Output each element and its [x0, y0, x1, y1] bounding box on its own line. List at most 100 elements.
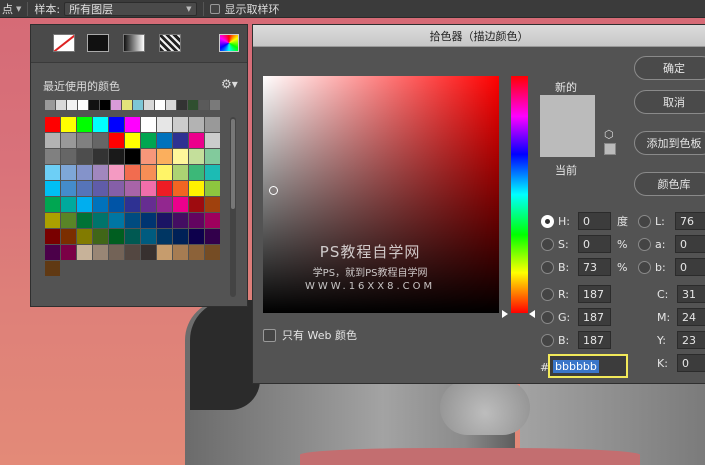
swatch[interactable]: [77, 133, 92, 148]
swatch[interactable]: [45, 213, 60, 228]
swatch[interactable]: [157, 133, 172, 148]
swatch[interactable]: [205, 149, 220, 164]
recent-swatch[interactable]: [177, 100, 187, 110]
color-libraries-button[interactable]: 颜色库: [634, 172, 705, 196]
swatch[interactable]: [157, 117, 172, 132]
swatch[interactable]: [93, 181, 108, 196]
swatch[interactable]: [205, 245, 220, 260]
swatch[interactable]: [157, 245, 172, 260]
swatch[interactable]: [77, 245, 92, 260]
swatch[interactable]: [189, 133, 204, 148]
recent-swatch[interactable]: [210, 100, 220, 110]
hex-input[interactable]: bbbbbb: [548, 354, 628, 378]
swatch[interactable]: [61, 181, 76, 196]
radio-a[interactable]: [638, 237, 651, 251]
input-h[interactable]: 0: [578, 212, 611, 230]
swatch[interactable]: [157, 197, 172, 212]
swatch[interactable]: [45, 181, 60, 196]
swatch[interactable]: [141, 197, 156, 212]
show-ring-checkbox[interactable]: [209, 3, 220, 14]
swatch[interactable]: [141, 133, 156, 148]
swatch[interactable]: [173, 149, 188, 164]
swatch[interactable]: [61, 245, 76, 260]
recent-swatch[interactable]: [199, 100, 209, 110]
radio-blue[interactable]: [541, 333, 554, 347]
color-field[interactable]: PS教程自学网 学PS，就到PS教程自学网 WWW.16XX8.COM: [263, 76, 499, 313]
radio-g[interactable]: [541, 310, 554, 324]
swatch[interactable]: [173, 181, 188, 196]
recent-swatch[interactable]: [133, 100, 143, 110]
input-a[interactable]: 0: [675, 235, 705, 253]
web-colors-checkbox[interactable]: [263, 328, 276, 342]
hue-slider-handle-right[interactable]: [529, 310, 535, 318]
swatch[interactable]: [205, 229, 220, 244]
swatch[interactable]: [125, 245, 140, 260]
swatch[interactable]: [61, 117, 76, 132]
radio-s[interactable]: [541, 237, 554, 251]
swatch[interactable]: [109, 133, 124, 148]
swatch[interactable]: [61, 133, 76, 148]
swatch[interactable]: [109, 213, 124, 228]
swatch[interactable]: [93, 149, 108, 164]
swatch[interactable]: [189, 149, 204, 164]
swatch[interactable]: [125, 181, 140, 196]
swatch[interactable]: [157, 213, 172, 228]
swatch[interactable]: [61, 197, 76, 212]
swatch[interactable]: [141, 245, 156, 260]
input-b[interactable]: 73: [578, 258, 611, 276]
swatch[interactable]: [189, 245, 204, 260]
input-l[interactable]: 76: [675, 212, 705, 230]
recent-swatch[interactable]: [122, 100, 132, 110]
cube-icon[interactable]: ⬡: [604, 128, 614, 141]
recent-swatch[interactable]: [100, 100, 110, 110]
input-c[interactable]: 31: [677, 285, 705, 303]
swatch[interactable]: [125, 213, 140, 228]
swatch[interactable]: [61, 165, 76, 180]
color-field-cursor[interactable]: [269, 186, 278, 195]
swatch[interactable]: [77, 197, 92, 212]
recent-swatch[interactable]: [45, 100, 55, 110]
gradient-fill-button[interactable]: [123, 34, 145, 52]
swatch[interactable]: [45, 197, 60, 212]
swatch[interactable]: [125, 229, 140, 244]
swatch[interactable]: [205, 213, 220, 228]
swatch[interactable]: [93, 197, 108, 212]
color-compare-swatch[interactable]: [540, 95, 595, 157]
swatch[interactable]: [205, 133, 220, 148]
swatch[interactable]: [125, 117, 140, 132]
hue-slider-handle-left[interactable]: [502, 310, 508, 318]
swatch[interactable]: [61, 213, 76, 228]
ok-button[interactable]: 确定: [634, 56, 705, 80]
color-picker-button[interactable]: [219, 34, 239, 52]
chevron-down-icon[interactable]: ▼: [16, 5, 21, 13]
swatch[interactable]: [125, 197, 140, 212]
swatch[interactable]: [77, 213, 92, 228]
swatch[interactable]: [93, 213, 108, 228]
input-y[interactable]: 23: [677, 331, 705, 349]
swatch[interactable]: [109, 197, 124, 212]
swatch[interactable]: [125, 133, 140, 148]
swatch[interactable]: [45, 149, 60, 164]
input-r[interactable]: 187: [578, 285, 611, 303]
swatch[interactable]: [45, 229, 60, 244]
swatch[interactable]: [205, 181, 220, 196]
swatch[interactable]: [125, 165, 140, 180]
recent-swatch[interactable]: [111, 100, 121, 110]
swatch[interactable]: [109, 229, 124, 244]
input-m[interactable]: 24: [677, 308, 705, 326]
swatch[interactable]: [77, 149, 92, 164]
recent-swatch[interactable]: [89, 100, 99, 110]
swatch[interactable]: [173, 117, 188, 132]
swatch[interactable]: [189, 197, 204, 212]
hue-slider[interactable]: [511, 76, 528, 313]
recent-swatch[interactable]: [144, 100, 154, 110]
input-blue[interactable]: 187: [578, 331, 611, 349]
swatch[interactable]: [77, 229, 92, 244]
radio-b[interactable]: [541, 260, 554, 274]
swatch[interactable]: [125, 149, 140, 164]
swatch[interactable]: [109, 149, 124, 164]
swatch[interactable]: [77, 181, 92, 196]
solid-fill-button[interactable]: [87, 34, 109, 52]
swatch[interactable]: [189, 181, 204, 196]
swatch[interactable]: [61, 229, 76, 244]
